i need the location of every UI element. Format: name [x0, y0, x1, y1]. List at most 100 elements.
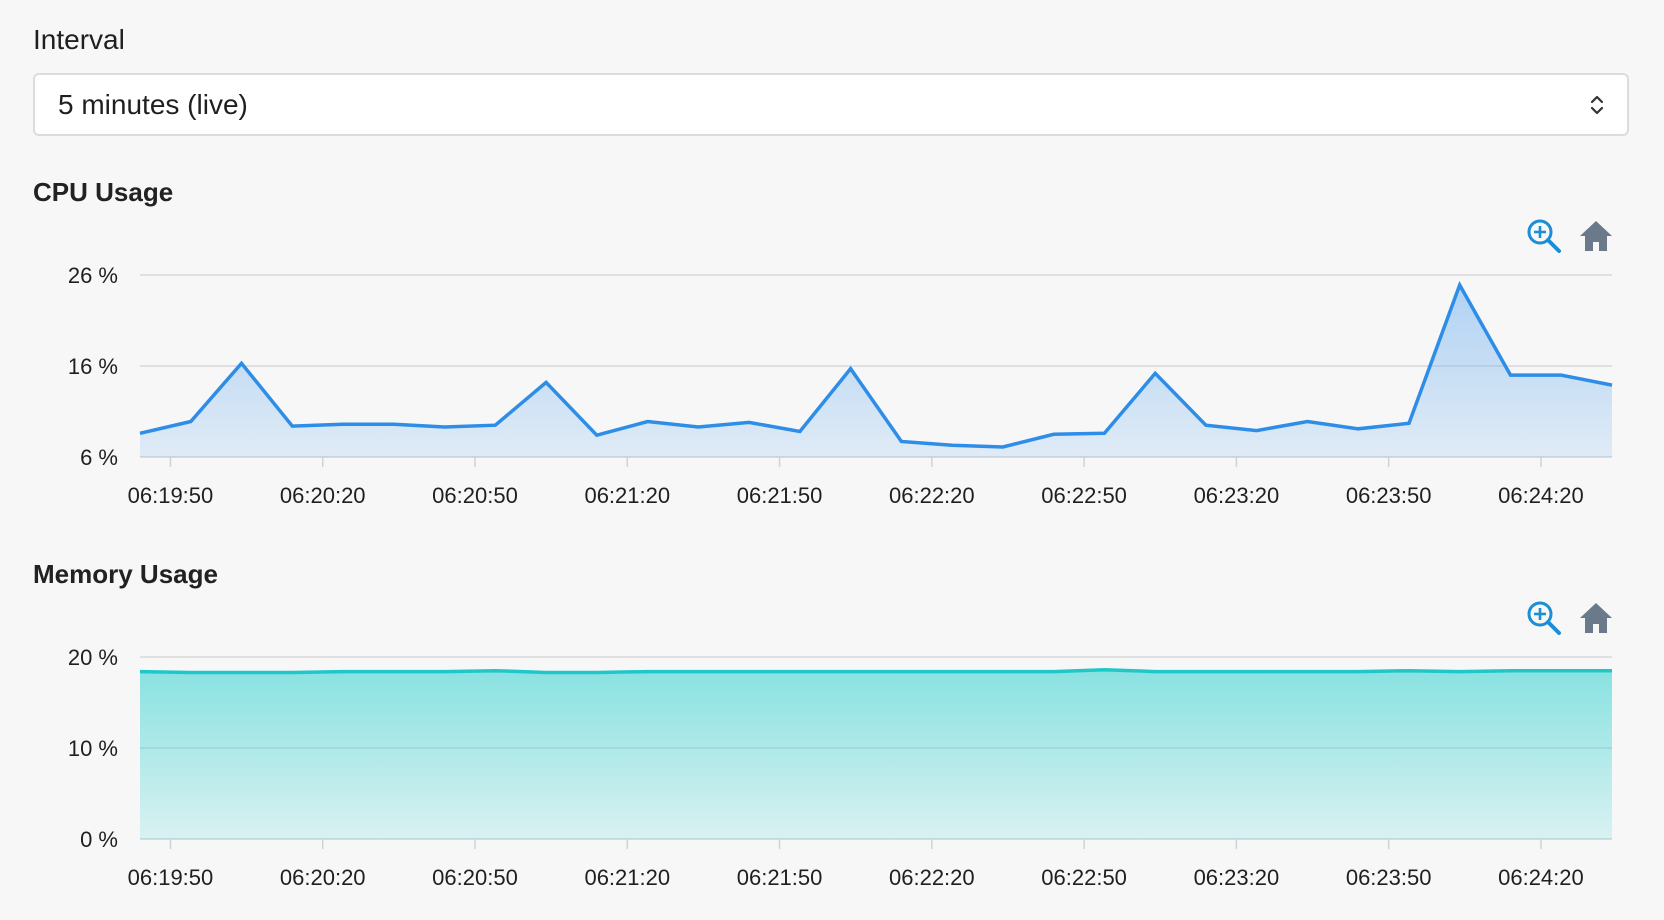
y-tick-label: 16 % [68, 354, 118, 379]
data-point [646, 420, 650, 424]
data-point [443, 670, 447, 674]
data-point [696, 670, 700, 674]
y-tick-label: 6 % [80, 445, 118, 470]
x-tick-label: 06:23:50 [1346, 865, 1432, 890]
data-point [240, 670, 244, 674]
data-point [189, 670, 193, 674]
data-point [138, 670, 142, 674]
data-point [950, 670, 954, 674]
x-tick-label: 06:20:50 [432, 483, 518, 508]
y-tick-label: 26 % [68, 263, 118, 288]
data-point [493, 669, 497, 673]
x-tick-label: 06:23:50 [1346, 483, 1432, 508]
data-point [899, 670, 903, 674]
x-tick-label: 06:21:20 [584, 483, 670, 508]
data-point [1153, 371, 1157, 375]
data-point [544, 670, 548, 674]
y-tick-label: 10 % [68, 736, 118, 761]
data-point [1458, 283, 1462, 287]
data-point [798, 430, 802, 434]
data-point [1102, 431, 1106, 435]
data-point [290, 424, 294, 428]
x-tick-label: 06:22:20 [889, 865, 975, 890]
data-point [1407, 669, 1411, 673]
data-point [1255, 670, 1259, 674]
cpu-home-icon[interactable] [1578, 218, 1614, 254]
data-point [1001, 670, 1005, 674]
x-tick-label: 06:24:20 [1498, 865, 1584, 890]
x-tick-label: 06:19:50 [128, 483, 214, 508]
x-tick-label: 06:19:50 [128, 865, 214, 890]
data-point [1052, 432, 1056, 436]
interval-select[interactable]: 5 minutes (live) [33, 73, 1629, 136]
data-point [1508, 373, 1512, 377]
data-point [1610, 669, 1614, 673]
memory-usage-title: Memory Usage [33, 559, 218, 589]
cpu-usage-chart: 6 % 16 % 26 % 06:19:50 06:20:20 06:20:50 06:21… [68, 263, 1614, 508]
data-point [646, 670, 650, 674]
data-point [1356, 427, 1360, 431]
data-point [1204, 423, 1208, 427]
series-area [140, 285, 1612, 457]
memory-home-icon[interactable] [1578, 600, 1614, 636]
data-point [1001, 445, 1005, 449]
data-point [189, 420, 193, 424]
data-point [341, 670, 345, 674]
x-tick-label: 06:22:50 [1041, 865, 1127, 890]
data-point [595, 670, 599, 674]
data-point [392, 422, 396, 426]
data-point [1610, 383, 1614, 387]
data-point [443, 425, 447, 429]
data-point [1305, 420, 1309, 424]
data-point [747, 670, 751, 674]
x-tick-label: 06:20:20 [280, 865, 366, 890]
data-point [1508, 669, 1512, 673]
y-tick-label: 0 % [80, 827, 118, 852]
x-tick-label: 06:22:20 [889, 483, 975, 508]
data-point [138, 431, 142, 435]
x-tick-label: 06:24:20 [1498, 483, 1584, 508]
memory-usage-chart: 0 % 10 % 20 % 06:19:50 06:20:20 06:20:50 06:21… [68, 645, 1614, 890]
data-point [696, 425, 700, 429]
data-point [1458, 670, 1462, 674]
data-point [544, 380, 548, 384]
data-point [1559, 373, 1563, 377]
x-tick-label: 06:21:50 [737, 483, 823, 508]
data-point [493, 423, 497, 427]
data-point [290, 670, 294, 674]
data-point [240, 361, 244, 365]
cpu-usage-title: CPU Usage [33, 177, 174, 207]
data-point [1153, 670, 1157, 674]
x-tick-label: 06:20:20 [280, 483, 366, 508]
data-point [849, 670, 853, 674]
data-point [341, 422, 345, 426]
series-line [139, 667, 1612, 675]
chevron-up-down-icon [1590, 95, 1604, 115]
data-point [1305, 670, 1309, 674]
data-point [849, 367, 853, 371]
data-point [1559, 669, 1563, 673]
series-area [140, 669, 1612, 839]
data-point [1102, 668, 1106, 672]
x-tick-label: 06:21:20 [584, 865, 670, 890]
x-tick-label: 06:21:50 [737, 865, 823, 890]
memory-zoom-in-icon[interactable] [1526, 600, 1562, 636]
data-point [747, 420, 751, 424]
data-point [392, 670, 396, 674]
data-point [1407, 421, 1411, 425]
data-point [899, 440, 903, 444]
data-point [595, 433, 599, 437]
x-tick-label: 06:23:20 [1194, 865, 1280, 890]
data-point [1255, 429, 1259, 433]
y-tick-label: 20 % [68, 645, 118, 670]
interval-label: Interval [33, 24, 125, 55]
interval-selected-value: 5 minutes (live) [58, 89, 248, 120]
x-tick-label: 06:20:50 [432, 865, 518, 890]
data-point [1052, 670, 1056, 674]
x-tick-label: 06:23:20 [1194, 483, 1280, 508]
cpu-zoom-in-icon[interactable] [1526, 218, 1562, 254]
data-point [1204, 670, 1208, 674]
x-tick-label: 06:22:50 [1041, 483, 1127, 508]
data-point [950, 443, 954, 447]
data-point [798, 670, 802, 674]
